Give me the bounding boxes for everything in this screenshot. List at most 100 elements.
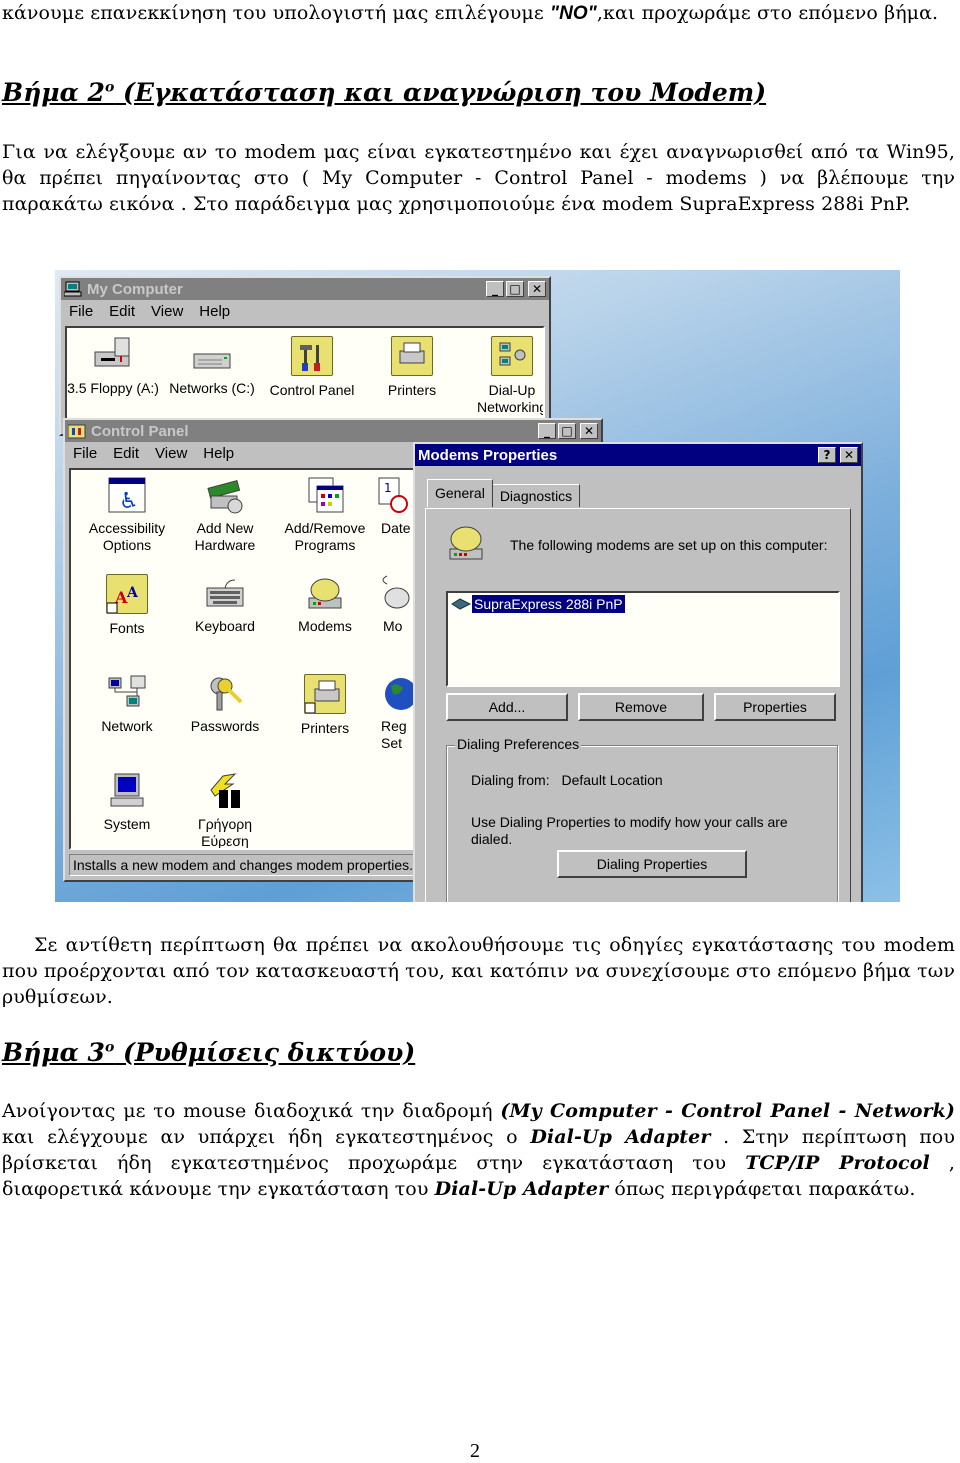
maximize-button[interactable]: □ [506, 281, 524, 297]
dialog-tabs: General Diagnostics [427, 479, 581, 507]
desktop-item-printers[interactable]: Printers [362, 336, 462, 399]
properties-button[interactable]: Properties [714, 693, 836, 721]
cp-item-add-new-hardware[interactable]: Add New Hardware [175, 476, 275, 554]
tcpip-emphasis: TCP/IP Protocol [745, 1152, 930, 1174]
menu-file[interactable]: File [69, 303, 93, 320]
step2-heading-rest: (Εγκατάσταση και αναγνώριση του Modem) [114, 78, 767, 107]
help-button[interactable]: ? [818, 447, 836, 463]
item-label: Printers [387, 382, 437, 398]
modems-properties-dialog: Modems Properties ? ✕ General Diagnostic… [413, 442, 863, 902]
item-label: Control Panel [269, 382, 355, 398]
intro-text-end: ,και προχωράμε στο επόμενο βήμα. [596, 2, 939, 24]
my-computer-window: My Computer _ □ ✕ File Edit View Help 3.… [59, 276, 551, 436]
intro-text: κάνουμε επανεκκίνηση του υπολογιστή μας … [2, 2, 550, 24]
network-icon [107, 674, 147, 712]
cp-item-system[interactable]: System [77, 772, 177, 833]
menu-help[interactable]: Help [199, 303, 230, 320]
cp-item-modems[interactable]: Modems [275, 574, 375, 635]
intro-paragraph: κάνουμε επανεκκίνηση του υπολογιστή μας … [2, 0, 955, 27]
close-button[interactable]: ✕ [528, 281, 546, 297]
menu-view[interactable]: View [155, 445, 187, 462]
desktop-item-control-panel[interactable]: Control Panel [262, 336, 362, 399]
step2-paragraph: Για να ελέγξουμε αν το modem μας είναι ε… [2, 141, 955, 215]
menu-view[interactable]: View [151, 303, 183, 320]
modems-listbox[interactable]: SupraExpress 288i PnP [446, 591, 840, 687]
cp-item-printers[interactable]: Printers [275, 674, 375, 737]
item-label: Passwords [190, 718, 260, 734]
modems-intro-text: The following modems are set up on this … [510, 537, 828, 553]
maximize-button[interactable]: □ [558, 423, 576, 439]
keyboard-icon [205, 574, 245, 612]
cp-item-add-remove-programs[interactable]: Add/Remove Programs [275, 476, 375, 554]
minimize-button[interactable]: _ [538, 423, 556, 439]
cp-item-network[interactable]: Network [77, 674, 177, 735]
remove-button[interactable]: Remove [578, 693, 704, 721]
step3-text: όπως περιγράφεται παρακάτω. [608, 1178, 916, 1200]
dialing-hint-text: Use Dialing Properties to modify how you… [471, 814, 788, 847]
dialing-properties-button[interactable]: Dialing Properties [557, 850, 747, 878]
system-computer-icon [107, 772, 147, 810]
date-time-icon: 1 [377, 476, 417, 514]
modem-list-item[interactable]: SupraExpress 288i PnP [450, 595, 625, 613]
item-label: Add/Remove Programs [284, 520, 366, 553]
desktop-item-floppy[interactable]: 3.5 Floppy (A:) [67, 336, 163, 397]
dialup-adapter-emphasis: Dial-Up Adapter [434, 1178, 609, 1200]
step3-text: και ελέγχουμε αν υπάρχει ήδη εγκατεστημέ… [2, 1126, 531, 1148]
item-label: 3.5 Floppy (A:) [67, 380, 159, 396]
dialing-from-value: Default Location [561, 772, 663, 788]
item-label: Dial-Up Networking [476, 382, 545, 415]
cp-item-accessibility[interactable]: ♿ Accessibility Options [77, 476, 177, 554]
tab-diagnostics[interactable]: Diagnostics [491, 484, 581, 507]
step3-heading-text: Βήμα 3 [2, 1038, 105, 1067]
item-label: Fonts [109, 620, 145, 636]
my-computer-title: My Computer [87, 280, 183, 298]
modem-name: SupraExpress 288i PnP [472, 595, 625, 613]
minimize-button[interactable]: _ [486, 281, 504, 297]
after-image-paragraph: Σε αντίθετη περίπτωση θα πρέπει να ακολο… [2, 932, 955, 1010]
dialing-from-label: Dialing from: [471, 772, 550, 788]
modem-device-icon [451, 598, 472, 610]
page-number: 2 [470, 1440, 480, 1462]
close-button[interactable]: ✕ [840, 447, 858, 463]
cp-item-keyboard[interactable]: Keyboard [175, 574, 275, 635]
step3-heading-sup: ο [104, 1039, 115, 1056]
menu-help[interactable]: Help [203, 445, 234, 462]
dialing-preferences-label: Dialing Preferences [455, 736, 582, 752]
my-computer-titlebar[interactable]: My Computer _ □ ✕ [61, 278, 549, 300]
modem-phone-icon [446, 523, 488, 563]
control-panel-title: Control Panel [91, 422, 189, 440]
step2-heading: Βήμα 2ο (Εγκατάσταση και αναγνώριση του … [2, 78, 766, 107]
menu-file[interactable]: File [73, 445, 97, 462]
svg-text:♿: ♿ [119, 489, 139, 514]
hard-drive-icon [192, 336, 232, 374]
item-label: Keyboard [195, 618, 255, 634]
step3-heading: Βήμα 3ο (Ρυθμίσεις δικτύου) [2, 1038, 415, 1067]
accessibility-icon: ♿ [107, 476, 147, 514]
modem-phone-icon [305, 574, 345, 612]
control-panel-titlebar[interactable]: Control Panel _ □ ✕ [65, 420, 601, 442]
dialup-folder-icon [491, 336, 533, 376]
cp-item-fonts[interactable]: AA Fonts [77, 574, 177, 637]
desktop-item-networks-c[interactable]: Networks (C:) [162, 336, 262, 397]
item-label: Add New Hardware [194, 520, 256, 553]
windows95-screenshot: My Computer _ □ ✕ File Edit View Help 3.… [55, 270, 900, 902]
menu-edit[interactable]: Edit [109, 303, 135, 320]
menu-edit[interactable]: Edit [113, 445, 139, 462]
desktop-item-dialup-networking[interactable]: Dial-Up Networking [462, 336, 545, 416]
tab-general[interactable]: General [427, 479, 493, 507]
dialup-adapter-emphasis: Dial-Up Adapter [530, 1126, 711, 1148]
cp-item-passwords[interactable]: Passwords [175, 674, 275, 735]
add-hardware-icon [205, 476, 245, 514]
find-binoculars-icon [205, 772, 245, 810]
add-button[interactable]: Add... [446, 693, 568, 721]
no-emphasis: "NO" [549, 3, 597, 24]
item-label: Networks (C:) [169, 380, 255, 396]
svg-text:A: A [126, 585, 139, 601]
passwords-keys-icon [205, 674, 245, 712]
step2-heading-sup: ο [104, 79, 115, 96]
close-button[interactable]: ✕ [580, 423, 598, 439]
add-remove-programs-icon [305, 476, 345, 514]
modems-properties-titlebar[interactable]: Modems Properties ? ✕ [415, 444, 861, 466]
fonts-folder-icon: AA [106, 574, 148, 614]
cp-item-quick-find[interactable]: Γρήγορη Εύρεση [175, 772, 275, 848]
